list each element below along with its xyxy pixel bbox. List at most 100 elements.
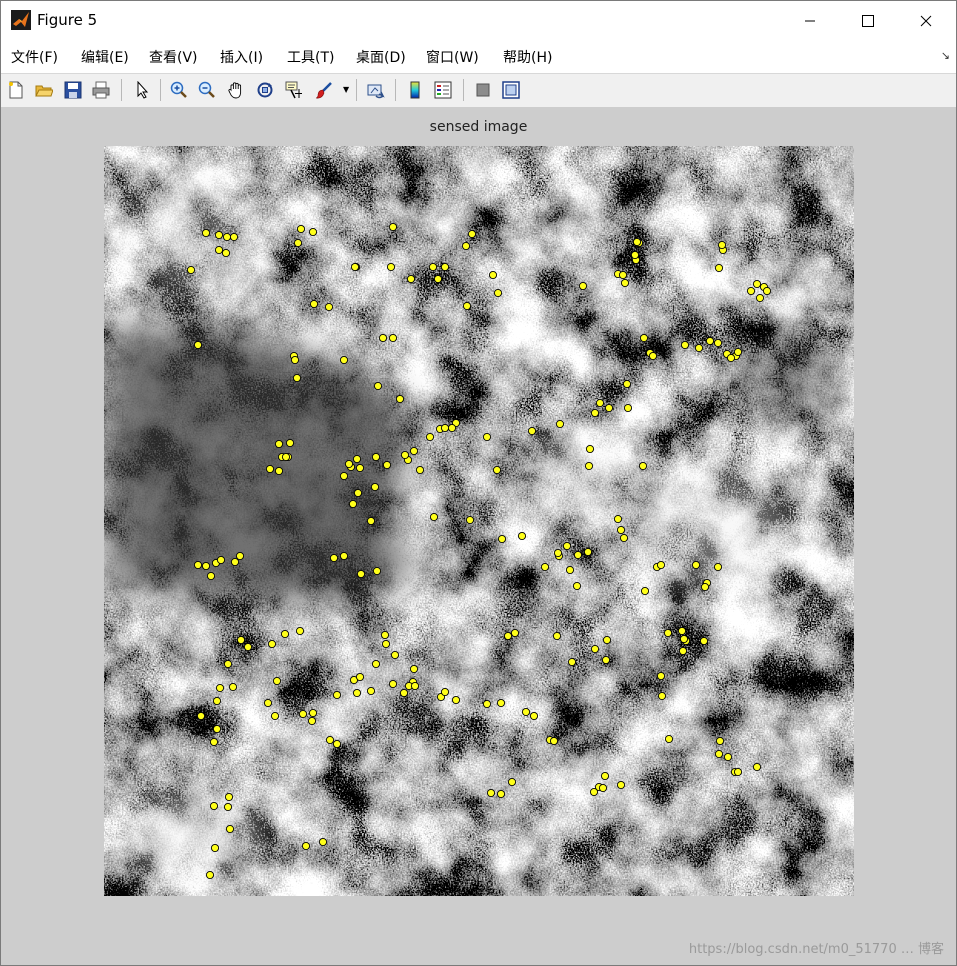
feature-point-marker xyxy=(467,229,477,239)
menu-view[interactable]: 查看(V) xyxy=(149,47,198,67)
dock-arrow-icon[interactable]: ↘ xyxy=(941,49,950,62)
feature-point-marker xyxy=(762,286,772,296)
feature-point-marker xyxy=(339,471,349,481)
save-icon[interactable] xyxy=(62,79,84,101)
feature-point-marker xyxy=(488,270,498,280)
feature-point-marker xyxy=(595,398,605,408)
feature-point-marker xyxy=(619,533,629,543)
feature-point-marker xyxy=(451,695,461,705)
zoom-out-icon[interactable] xyxy=(196,79,218,101)
feature-point-marker xyxy=(307,716,317,726)
feature-point-marker xyxy=(355,463,365,473)
feature-point-marker xyxy=(296,224,306,234)
feature-point-marker xyxy=(553,548,563,558)
feature-point-marker xyxy=(355,672,365,682)
rotate-3d-icon[interactable] xyxy=(254,79,276,101)
feature-point-marker xyxy=(209,801,219,811)
feature-point-marker xyxy=(216,555,226,565)
feature-point-marker xyxy=(388,333,398,343)
zoom-in-icon[interactable] xyxy=(168,79,190,101)
feature-point-marker xyxy=(348,499,358,509)
edit-plot-arrow-icon[interactable] xyxy=(131,79,153,101)
feature-point-marker xyxy=(371,659,381,669)
feature-point-marker xyxy=(230,557,240,567)
maximize-button[interactable] xyxy=(839,1,897,41)
data-cursor-icon[interactable] xyxy=(283,79,305,101)
feature-point-marker xyxy=(399,688,409,698)
feature-point-marker xyxy=(372,566,382,576)
feature-point-marker xyxy=(578,281,588,291)
feature-point-marker xyxy=(601,655,611,665)
feature-point-marker xyxy=(201,561,211,571)
feature-point-marker xyxy=(717,240,727,250)
feature-point-marker xyxy=(214,245,224,255)
minimize-button[interactable] xyxy=(781,1,839,41)
feature-point-marker xyxy=(308,708,318,718)
feature-point-marker xyxy=(639,333,649,343)
feature-point-marker xyxy=(243,642,253,652)
feature-point-marker xyxy=(663,628,673,638)
print-icon[interactable] xyxy=(90,79,112,101)
feature-point-marker xyxy=(212,696,222,706)
feature-point-marker xyxy=(583,547,593,557)
feature-point-marker xyxy=(678,646,688,656)
feature-point-marker xyxy=(752,279,762,289)
feature-point-marker xyxy=(280,629,290,639)
menu-insert[interactable]: 插入(I) xyxy=(220,47,263,67)
legend-icon[interactable] xyxy=(432,79,454,101)
feature-point-marker xyxy=(540,562,550,572)
open-file-icon[interactable] xyxy=(33,79,55,101)
feature-point-marker xyxy=(440,423,450,433)
feature-point-marker xyxy=(555,419,565,429)
menu-window[interactable]: 窗口(W) xyxy=(426,47,479,67)
feature-point-marker xyxy=(386,262,396,272)
feature-point-marker xyxy=(726,353,736,363)
pan-hand-icon[interactable] xyxy=(225,79,247,101)
feature-point-marker xyxy=(705,336,715,346)
matlab-logo-icon xyxy=(11,10,31,30)
menu-desktop[interactable]: 桌面(D) xyxy=(356,47,406,67)
feature-point-marker xyxy=(229,232,239,242)
menu-edit[interactable]: 编辑(E) xyxy=(81,47,129,67)
close-icon xyxy=(920,15,932,27)
feature-point-marker xyxy=(352,688,362,698)
figure-window: Figure 5 文件(F) 编辑(E) 查看(V) 插入(I) 工具(T) 桌… xyxy=(0,0,957,966)
sensed-image-axes[interactable] xyxy=(104,146,854,896)
feature-point-marker xyxy=(562,541,572,551)
feature-point-marker xyxy=(196,711,206,721)
watermark-text: https://blog.csdn.net/m0_51770 … 博客 xyxy=(688,942,944,957)
colorbar-icon[interactable] xyxy=(404,79,426,101)
menu-file[interactable]: 文件(F) xyxy=(11,47,58,67)
menu-help[interactable]: 帮助(H) xyxy=(503,47,552,67)
feature-point-marker xyxy=(214,230,224,240)
feature-point-marker xyxy=(309,299,319,309)
feature-point-marker xyxy=(573,550,583,560)
feature-point-marker xyxy=(691,560,701,570)
hide-plot-tools-icon[interactable] xyxy=(472,79,494,101)
feature-point-marker xyxy=(549,736,559,746)
feature-point-marker xyxy=(715,736,725,746)
feature-point-marker xyxy=(623,403,633,413)
feature-point-marker xyxy=(228,682,238,692)
feature-point-marker xyxy=(589,787,599,797)
feature-point-marker xyxy=(565,565,575,575)
feature-point-marker xyxy=(373,381,383,391)
show-plot-tools-icon[interactable] xyxy=(500,79,522,101)
feature-point-marker xyxy=(733,347,743,357)
new-figure-icon[interactable] xyxy=(5,79,27,101)
link-plot-icon[interactable] xyxy=(365,79,387,101)
feature-point-marker xyxy=(598,783,608,793)
feature-point-marker xyxy=(486,788,496,798)
feature-point-marker xyxy=(700,582,710,592)
feature-point-marker xyxy=(521,707,531,717)
brush-icon[interactable] xyxy=(313,79,335,101)
feature-point-marker xyxy=(440,687,450,697)
feature-point-marker xyxy=(186,265,196,275)
menu-tools[interactable]: 工具(T) xyxy=(287,47,334,67)
close-button[interactable] xyxy=(897,1,955,41)
brush-dropdown-icon[interactable]: ▼ xyxy=(343,85,349,94)
minimize-icon xyxy=(805,20,815,22)
feature-point-marker xyxy=(366,516,376,526)
feature-point-marker xyxy=(265,464,275,474)
feature-point-marker xyxy=(613,514,623,524)
